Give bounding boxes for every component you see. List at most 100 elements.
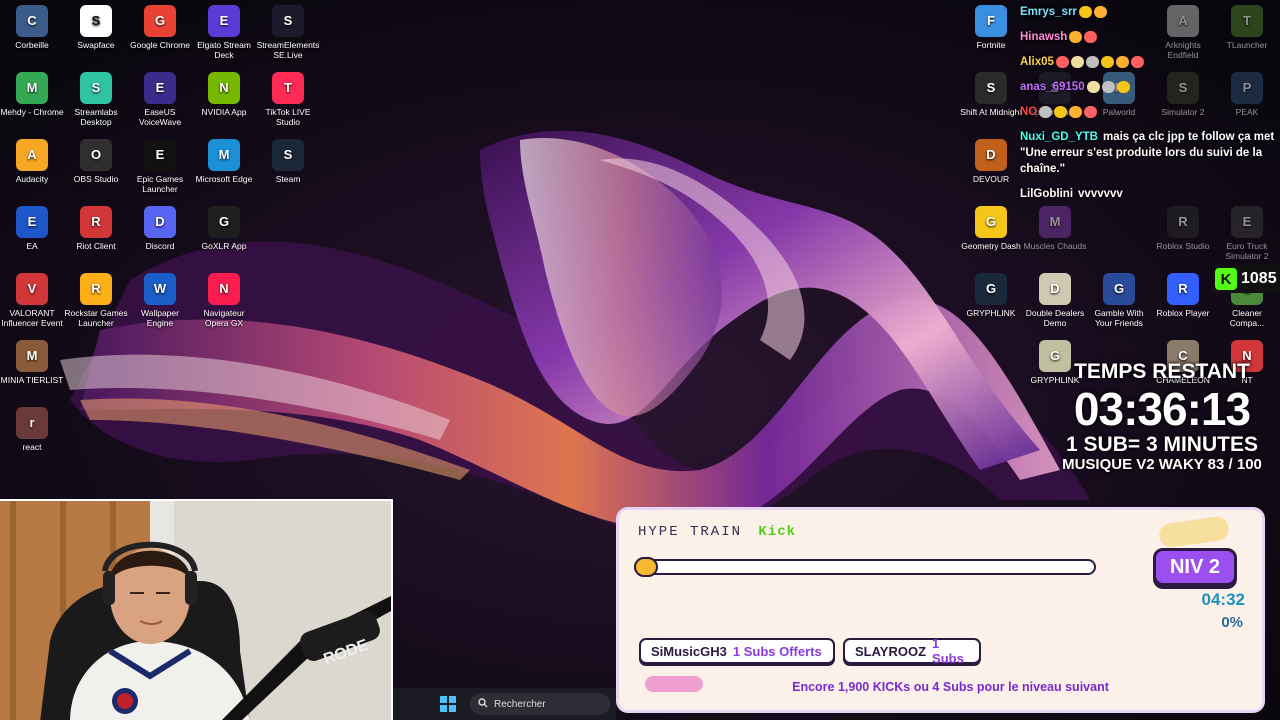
kick-counter-value: 1085 — [1241, 270, 1277, 287]
desktop-icon-label: Elgato Stream Deck — [197, 40, 251, 60]
roblox-icon: R — [1167, 273, 1199, 305]
desktop-icon[interactable]: O OBS Studio — [64, 139, 128, 184]
desktop-icon-label: Rockstar Games Launcher — [64, 308, 128, 328]
desktop-icon-label: EaseUS VoiceWave — [138, 107, 182, 127]
desktop-icon-label: Steam — [275, 174, 301, 184]
desktop-icon-label: TikTok LIVE Studio — [265, 107, 311, 127]
desktop-icon[interactable]: R Roblox Player — [1151, 273, 1215, 318]
desktop-icon[interactable]: M Microsoft Edge — [192, 139, 256, 184]
discord-icon: D — [144, 206, 176, 238]
file-thumbnail-icon: r — [16, 407, 48, 439]
desktop-icon[interactable]: A Audacity — [0, 139, 64, 184]
chat-emote-icon — [1039, 105, 1053, 118]
desktop-icon[interactable]: S Streamlabs Desktop — [64, 72, 128, 127]
desktop-icon[interactable]: S StreamElements SE.Live — [256, 5, 320, 60]
tiktok-icon: T — [272, 72, 304, 104]
desktop-icon[interactable]: N Navigateur Opera GX — [192, 273, 256, 328]
chat-emote-icon — [1069, 105, 1083, 118]
desktop-icon[interactable]: D Discord — [128, 206, 192, 251]
desktop-icon[interactable]: T TikTok LIVE Studio — [256, 72, 320, 127]
double-dealers-icon: D — [1039, 273, 1071, 305]
desktop-icon-label: Mehdy - Chrome — [0, 107, 64, 117]
file-thumbnail-icon: M — [16, 340, 48, 372]
desktop-icon-label: MINIA TIERLIST — [0, 375, 64, 385]
chat-emote-icon — [1086, 80, 1100, 93]
desktop-icon[interactable]: E Elgato Stream Deck — [192, 5, 256, 60]
kick-counter-badge: K 1085 — [1212, 265, 1280, 293]
desktop-icon[interactable]: G GRYPHLINK — [959, 273, 1023, 318]
desktop-icon[interactable]: D Double Dealers Demo — [1023, 273, 1087, 328]
desktop-icon[interactable]: M Muscles Chauds — [1023, 206, 1087, 251]
desktop-icon-label: NVIDIA App — [201, 107, 247, 117]
desktop-icon[interactable]: G Gamble With Your Friends — [1087, 273, 1151, 328]
desktop-icon[interactable]: D DEVOUR — [959, 139, 1023, 184]
desktop-icon-label: react — [22, 442, 42, 452]
desktop-icon[interactable]: G Google Chrome — [128, 5, 192, 50]
chat-message: Nuxi_GD_YTB mais ça clc jpp te follow ça … — [1020, 129, 1276, 177]
contributor-pill-2: SLAYROOZ 1 Subs — [843, 636, 981, 666]
taskbar-search[interactable]: Rechercher — [470, 693, 610, 715]
shift-at-midnight-icon: S — [975, 72, 1007, 104]
recycle-bin-icon: C — [16, 5, 48, 37]
desktop-icon-label: Audacity — [15, 174, 49, 184]
desktop-icon[interactable]: F Fortnite — [959, 5, 1023, 50]
desktop-icon-label: Riot Client — [76, 241, 116, 251]
desktop-icon[interactable]: E Euro Truck Simulator 2 — [1215, 206, 1279, 261]
hype-train-level-badge: NIV 2 — [1153, 548, 1237, 586]
desktop-icon[interactable]: G GoXLR App — [192, 206, 256, 251]
chat-emote-icon — [1116, 80, 1130, 93]
gryphlink-icon: G — [975, 273, 1007, 305]
desktop-icon-label: Euro Truck Simulator 2 — [1225, 241, 1269, 261]
desktop-icon[interactable]: C Corbeille — [0, 5, 64, 50]
riot-icon: R — [80, 206, 112, 238]
desktop-icon[interactable]: S Steam — [256, 139, 320, 184]
hype-train-countdown: 04:32 — [1201, 590, 1245, 609]
desktop-icon[interactable]: V VALORANT Influencer Event — [0, 273, 64, 328]
desktop-icon[interactable]: S Swapface — [64, 5, 128, 50]
desktop-icon-label: DEVOUR — [972, 174, 1010, 184]
desktop-icon-label: Streamlabs Desktop — [74, 107, 118, 127]
chat-emote-icon — [1130, 55, 1144, 68]
desktop-icon-label: OBS Studio — [73, 174, 119, 184]
obs-icon: O — [80, 139, 112, 171]
desktop-icon-label: EA — [26, 241, 38, 251]
contributor-amount: 1 Subs Offerts — [732, 643, 822, 659]
contributor-amount: 1 Subs — [932, 636, 964, 666]
steam-icon: S — [272, 139, 304, 171]
desktop-icon[interactable]: G Geometry Dash — [959, 206, 1023, 251]
desktop-icon[interactable]: N NVIDIA App — [192, 72, 256, 117]
chat-emote-icon — [1101, 80, 1115, 93]
webcam-feed: RODE — [0, 501, 391, 720]
goxlr-icon: G — [208, 206, 240, 238]
desktop-icon[interactable]: E EaseUS VoiceWave — [128, 72, 192, 127]
hype-train-footer: Encore 1,900 KICKs ou 4 Subs pour le niv… — [792, 680, 1109, 694]
desktop-icon[interactable]: E Epic Games Launcher — [128, 139, 192, 194]
windows-start-icon[interactable] — [440, 696, 456, 712]
desktop-icon[interactable]: E EA — [0, 206, 64, 251]
hype-train-label: HYPE TRAIN — [638, 524, 743, 540]
desktop-icon-label: Roblox Studio — [1156, 241, 1210, 251]
desktop-icon[interactable]: S Shift At Midnight — [959, 72, 1023, 117]
desktop-icon[interactable]: R Rockstar Games Launcher — [64, 273, 128, 328]
contributor-name: SiMusicGH3 — [651, 643, 727, 659]
chat-message: anas_69150 — [1020, 79, 1276, 95]
chat-emote-icon — [1085, 55, 1099, 68]
desktop-icon[interactable]: R Roblox Studio — [1151, 206, 1215, 251]
desktop-icon[interactable]: M MINIA TIERLIST — [0, 340, 64, 385]
streamelements-icon: S — [272, 5, 304, 37]
chat-message: NO — [1020, 104, 1276, 120]
desktop-icon[interactable]: W Wallpaper Engine — [128, 273, 192, 328]
desktop-icon-label: Fortnite — [976, 40, 1006, 50]
desktop-icon-label: Microsoft Edge — [195, 174, 253, 184]
timer-rule: 1 SUB= 3 MINUTES — [1066, 433, 1258, 456]
desktop-icon[interactable]: r react — [0, 407, 64, 452]
audacity-icon: A — [16, 139, 48, 171]
chat-emote-icon — [1084, 105, 1098, 118]
chat-emote-icon — [1100, 55, 1114, 68]
desktop-icon-label: StreamElements SE.Live — [256, 40, 320, 60]
desktop-icon[interactable]: M Mehdy - Chrome — [0, 72, 64, 117]
desktop-icon[interactable]: R Riot Client — [64, 206, 128, 251]
hype-train-platform: Kick — [758, 524, 797, 540]
subathon-timer: TEMPS RESTANT 03:36:13 1 SUB= 3 MINUTES … — [1050, 360, 1274, 474]
hype-train-progress-fill — [634, 557, 658, 577]
